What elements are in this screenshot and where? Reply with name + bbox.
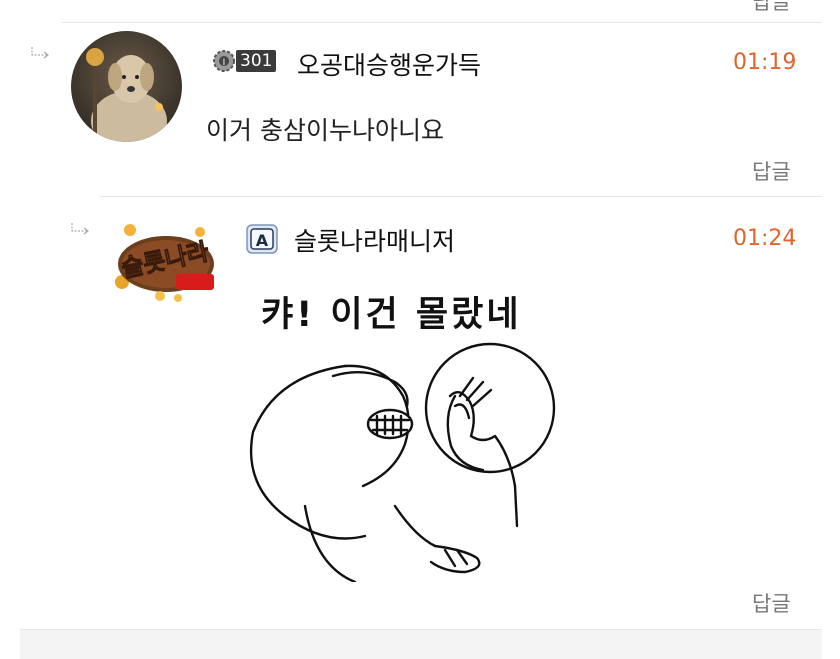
nickname[interactable]: 오공대승행운가득	[297, 46, 481, 82]
comment-text: 이거 충삼이누나아니요	[206, 116, 444, 145]
reply-button[interactable]: 답글	[752, 588, 791, 618]
level-badge: I 301	[210, 48, 290, 74]
reply-arrow-icon	[31, 47, 49, 59]
svg-text:A: A	[256, 231, 269, 250]
divider	[62, 22, 822, 23]
timestamp: 01:24	[733, 226, 797, 251]
reply-button[interactable]: 답글	[752, 156, 791, 186]
svg-text:I: I	[223, 58, 226, 68]
reply-arrow-icon	[71, 223, 89, 235]
sticker-caption: 캬! 이건 몰랐네	[261, 295, 522, 335]
comment-input-area[interactable]	[20, 630, 822, 659]
nickname[interactable]: 슬롯나라매니저	[294, 222, 455, 258]
level-number: 301	[236, 50, 277, 72]
slotnara-logo-avatar[interactable]: 슬롯나라	[108, 212, 224, 304]
timestamp: 01:19	[733, 50, 797, 75]
sticker-image: 캬! 이건 몰랐네	[245, 280, 575, 582]
manager-badge-icon: A	[246, 224, 278, 254]
divider	[100, 196, 822, 197]
gear-icon: I	[213, 50, 235, 72]
reply-button-prev[interactable]: 답글	[752, 0, 791, 16]
avatar[interactable]	[71, 31, 182, 142]
